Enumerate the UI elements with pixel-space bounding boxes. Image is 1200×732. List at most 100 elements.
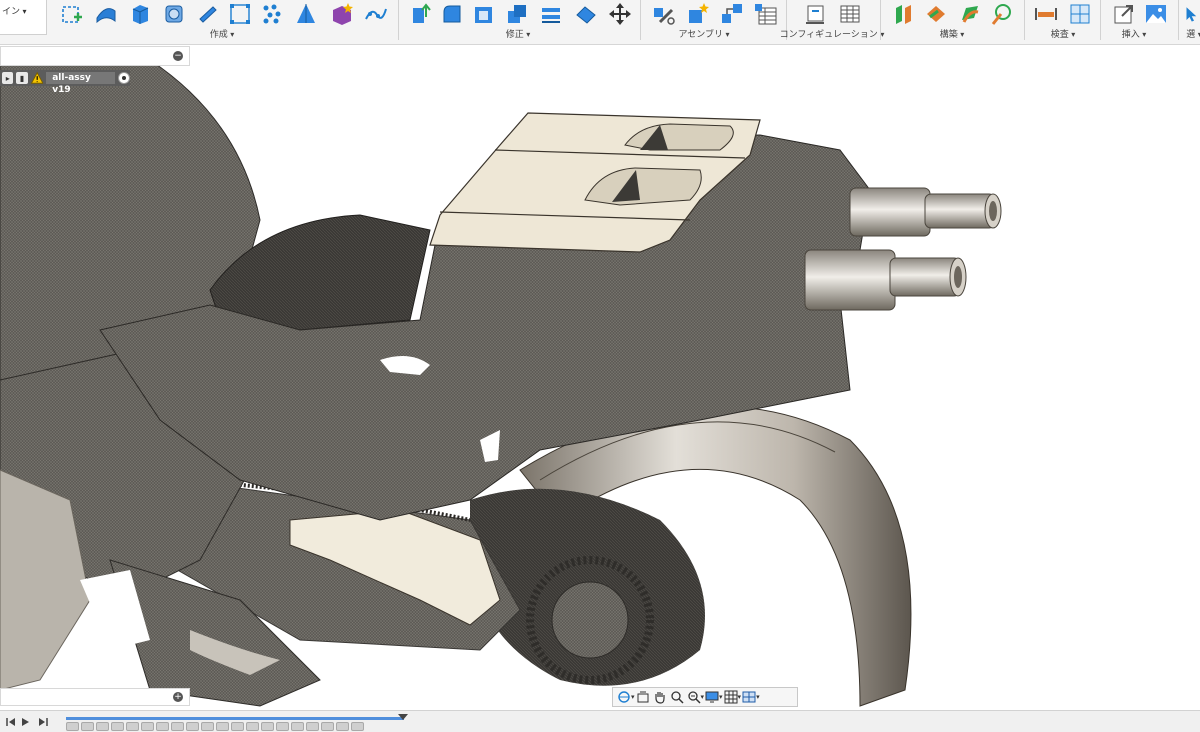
timeline-feature[interactable] [171, 722, 184, 731]
fit-button[interactable]: ▾ [687, 689, 704, 705]
shell-button[interactable] [470, 0, 498, 28]
spline-icon [365, 8, 387, 20]
timeline-feature[interactable] [306, 722, 319, 731]
document-name[interactable]: all-assy v19 [46, 72, 116, 95]
as-built-joint-button[interactable] [718, 0, 746, 28]
assemble-menu[interactable]: アセンブリ [678, 28, 729, 42]
plane-at-angle-button[interactable] [922, 0, 950, 28]
expand-arrow-icon[interactable]: ▸ [2, 72, 14, 84]
timeline-go-end[interactable] [38, 717, 48, 727]
orbit-button[interactable]: ▾ [617, 689, 635, 705]
offset-plane-button[interactable] [890, 0, 918, 28]
timeline-feature[interactable] [201, 722, 214, 731]
pan-button[interactable] [653, 689, 669, 705]
grid-settings-button[interactable]: ▾ [724, 689, 741, 705]
combine-icon [508, 5, 526, 23]
rectangular-pattern-button[interactable] [226, 0, 254, 28]
timeline-marker[interactable] [398, 714, 408, 720]
display-settings-button[interactable]: ▾ [705, 689, 723, 705]
axis-through-cylinder-button[interactable] [988, 0, 1016, 28]
timeline-feature[interactable] [156, 722, 169, 731]
document-settings-icon[interactable]: ▮ [16, 72, 28, 84]
press-pull-icon [413, 3, 431, 23]
press-pull-button[interactable] [406, 0, 434, 28]
timeline-feature[interactable] [336, 722, 349, 731]
toolbar-separator [1178, 0, 1179, 40]
select-menu-cut[interactable]: 選 [1186, 28, 1200, 42]
look-at-icon [637, 691, 649, 703]
point-pattern-button[interactable] [258, 0, 286, 28]
timeline-track[interactable] [66, 717, 404, 720]
joint-button[interactable] [650, 0, 678, 28]
fillet-button[interactable] [438, 0, 466, 28]
point-pattern-icon [263, 4, 281, 24]
loft-button[interactable] [292, 0, 320, 28]
timeline-feature[interactable] [141, 722, 154, 731]
timeline-feature[interactable] [126, 722, 139, 731]
measure-button[interactable] [1032, 0, 1060, 28]
create-sketch-button[interactable] [58, 0, 86, 28]
look-at-button[interactable] [636, 689, 652, 705]
timeline-feature[interactable] [216, 722, 229, 731]
new-component-button[interactable] [328, 0, 356, 28]
design-workspace-menu[interactable]: イン [0, 0, 47, 35]
spline-button[interactable] [362, 0, 390, 28]
shell-icon [475, 7, 492, 23]
pipe-button[interactable] [194, 0, 222, 28]
timeline-feature[interactable] [261, 722, 274, 731]
zoom-button[interactable] [670, 689, 686, 705]
viewports-button[interactable]: ▾ [742, 689, 760, 705]
offset-plane-icon [896, 5, 911, 24]
tangent-plane-button[interactable] [956, 0, 984, 28]
construct-menu[interactable]: 構築 [940, 28, 965, 42]
add-comment-icon[interactable]: + [173, 692, 183, 702]
revolve-button[interactable] [160, 0, 188, 28]
split-face-button[interactable] [537, 0, 565, 28]
canvas-button[interactable] [1142, 0, 1170, 28]
timeline-feature[interactable] [186, 722, 199, 731]
section-analysis-button[interactable] [1066, 0, 1094, 28]
select-button[interactable] [1182, 0, 1200, 28]
insert-menu[interactable]: 挿入 [1122, 28, 1147, 42]
create-form-button[interactable] [92, 0, 120, 28]
timeline-play[interactable] [20, 717, 30, 727]
draft-button[interactable] [572, 0, 600, 28]
timeline-feature[interactable] [351, 722, 364, 731]
create-menu[interactable]: 作成 [210, 28, 235, 42]
freeform-icon [96, 8, 116, 24]
timeline-feature[interactable] [66, 722, 79, 731]
configure-button[interactable] [802, 0, 830, 28]
timeline-feature[interactable] [231, 722, 244, 731]
configure-menu[interactable]: コンフィギュレーション [780, 28, 885, 42]
timeline-feature[interactable] [111, 722, 124, 731]
new-component-assembly-button[interactable] [684, 0, 712, 28]
toolbar-separator [1024, 0, 1025, 40]
exhaust-pipe-lower[interactable] [804, 249, 967, 311]
browser-panel-header[interactable]: − [0, 46, 190, 66]
inspect-menu[interactable]: 検査 [1051, 28, 1076, 42]
activate-radio[interactable] [118, 72, 130, 84]
model-scene[interactable] [0, 44, 1200, 710]
fillet-icon [443, 5, 461, 23]
browser-root-node[interactable]: ▸ ▮ all-assy v19 [0, 70, 130, 95]
combine-button[interactable] [503, 0, 531, 28]
insert-mesh-button[interactable] [1110, 0, 1138, 28]
exhaust-pipe-upper[interactable] [849, 187, 1002, 237]
modify-menu[interactable]: 修正 [506, 28, 531, 42]
timeline-feature[interactable] [81, 722, 94, 731]
collapse-icon[interactable]: − [173, 51, 183, 61]
table-icon [755, 4, 777, 25]
extrude-button[interactable] [126, 0, 154, 28]
timeline-feature[interactable] [276, 722, 289, 731]
timeline-go-start[interactable] [6, 717, 16, 727]
canvas-viewport[interactable] [0, 44, 1200, 710]
timeline-feature[interactable] [291, 722, 304, 731]
timeline-feature[interactable] [96, 722, 109, 731]
configuration-table-button[interactable] [836, 0, 864, 28]
joint-table-button[interactable] [752, 0, 780, 28]
timeline-feature[interactable] [321, 722, 334, 731]
comments-panel-header[interactable]: + [0, 688, 190, 706]
loft-icon [297, 4, 315, 23]
timeline-feature[interactable] [246, 722, 259, 731]
move-copy-button[interactable] [606, 0, 634, 28]
